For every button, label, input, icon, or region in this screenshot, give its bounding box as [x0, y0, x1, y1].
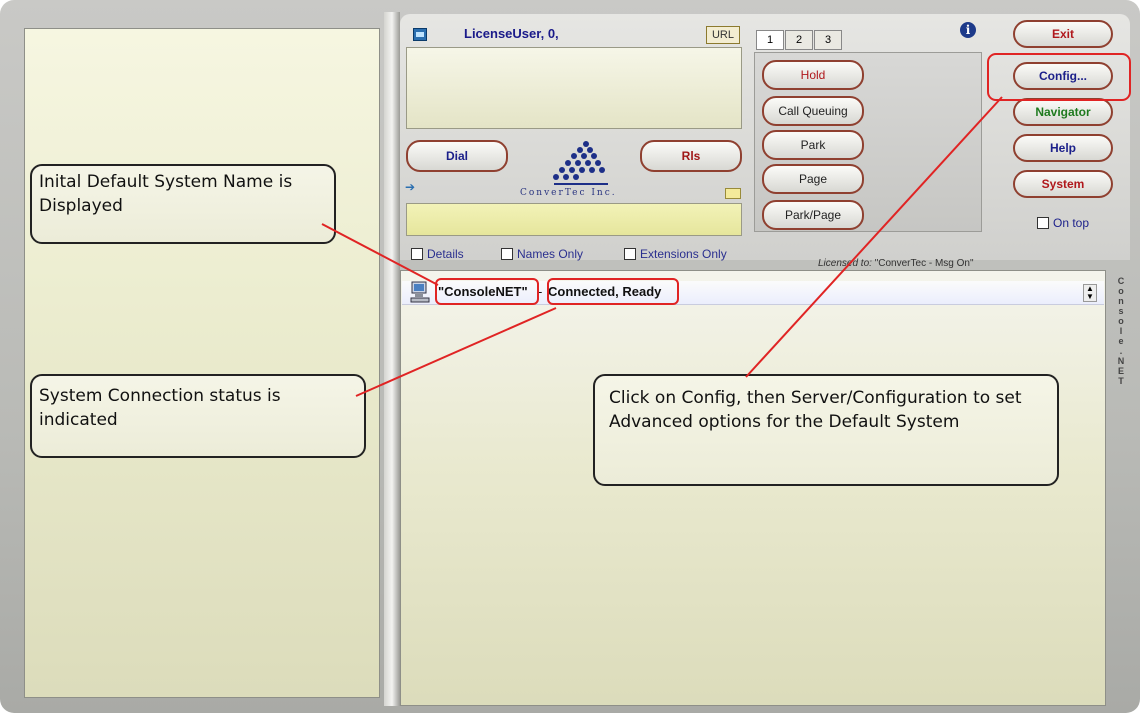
mail-icon[interactable]	[725, 188, 741, 199]
on-top-checkbox[interactable]: On top	[1037, 216, 1089, 230]
feature-tabs: 1 2 3	[756, 30, 843, 50]
panel-splitter[interactable]	[384, 12, 400, 706]
tab-3[interactable]: 3	[814, 30, 842, 50]
tab-1[interactable]: 1	[756, 30, 784, 50]
config-button[interactable]: Config...	[1013, 62, 1113, 90]
phone-icon	[413, 28, 427, 41]
url-button[interactable]: URL	[706, 26, 740, 44]
callout-config-hint: Click on Config, then Server/Configurati…	[593, 374, 1059, 486]
console-net-side-label: Console.NET	[1117, 276, 1125, 386]
transfer-arrow-icon[interactable]: ➔	[405, 180, 415, 194]
license-user: LicenseUser, 0,	[464, 26, 559, 41]
logo-text: ConverTec Inc.	[520, 188, 617, 198]
dial-button[interactable]: Dial	[406, 140, 508, 172]
page-button[interactable]: Page	[762, 164, 864, 194]
computer-icon	[410, 281, 430, 303]
tab-2[interactable]: 2	[785, 30, 813, 50]
system-name: "ConsoleNET"	[438, 284, 528, 299]
hold-button[interactable]: Hold	[762, 60, 864, 90]
help-button[interactable]: Help	[1013, 134, 1113, 162]
system-list	[400, 270, 1106, 706]
exit-button[interactable]: Exit	[1013, 20, 1113, 48]
status-separator: -	[538, 284, 543, 299]
call-display	[406, 47, 742, 129]
call-queuing-button[interactable]: Call Queuing	[762, 96, 864, 126]
left-panel	[24, 28, 380, 698]
convertec-logo	[553, 141, 608, 185]
names-only-checkbox[interactable]: Names Only	[501, 247, 583, 261]
number-entry[interactable]	[406, 203, 742, 236]
park-page-button[interactable]: Park/Page	[762, 200, 864, 230]
release-button[interactable]: Rls	[640, 140, 742, 172]
info-icon[interactable]: i	[960, 22, 976, 38]
connection-status: Connected, Ready	[548, 284, 662, 299]
extensions-only-checkbox[interactable]: Extensions Only	[624, 247, 727, 261]
callout-connection-status: System Connection status is indicated	[30, 374, 366, 458]
navigator-button[interactable]: Navigator	[1013, 98, 1113, 126]
system-button[interactable]: System	[1013, 170, 1113, 198]
callout-system-name: Inital Default System Name is Displayed	[30, 164, 336, 244]
details-checkbox[interactable]: Details	[411, 247, 464, 261]
row-scroll-icon[interactable]: ▲ ▼	[1083, 284, 1097, 302]
licensed-to: Licensed to: "ConverTec - Msg On"	[818, 258, 974, 269]
park-button[interactable]: Park	[762, 130, 864, 160]
